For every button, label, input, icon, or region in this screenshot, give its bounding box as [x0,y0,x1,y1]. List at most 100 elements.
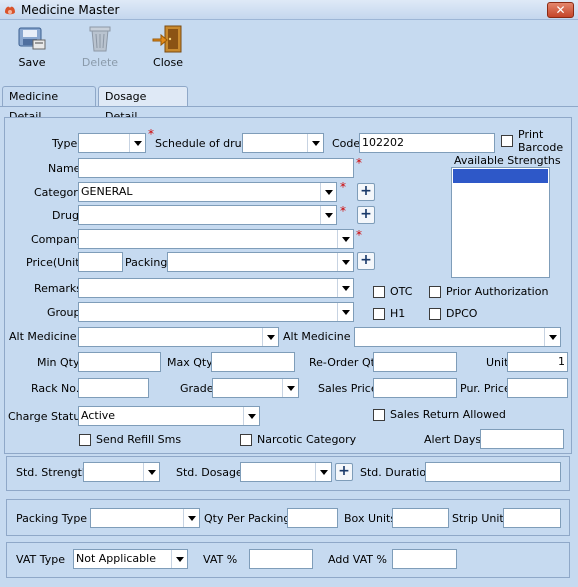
sales-return-allowed-checkbox[interactable] [373,409,385,421]
box-units-field[interactable] [392,508,449,528]
group-label: Group [47,306,81,319]
charge-status-select[interactable]: Active [78,406,260,426]
schedule-select[interactable] [242,133,324,153]
dpco-label: DPCO [446,307,478,320]
code-field[interactable]: 102202 [359,133,495,153]
add-category-button[interactable]: + [357,183,375,201]
tab-dosage-detail[interactable]: Dosage Detail [98,86,188,123]
chevron-down-icon [544,328,560,346]
prior-authorization-label: Prior Authorization [446,285,549,298]
std-dosage-select[interactable] [240,462,332,482]
chevron-down-icon [262,328,278,346]
close-button[interactable]: Close [146,22,190,72]
sales-price-field[interactable] [373,378,457,398]
strip-units-label: Strip Units [452,512,510,525]
print-barcode-label-2: Barcode [518,141,564,154]
tab-divider [0,106,578,107]
vat-percent-label: VAT % [203,553,238,566]
chevron-down-icon [320,183,336,201]
std-dosage-label: Std. Dosage [176,466,243,479]
rack-no-label: Rack No. [31,382,80,395]
save-icon [18,27,46,50]
list-selected-row[interactable] [453,169,548,183]
reorder-qty-label: Re-Order Qty [309,356,382,369]
drug-select[interactable] [78,205,337,225]
code-label: Code [332,137,361,150]
delete-button[interactable]: Delete [78,22,122,72]
narcotic-category-checkbox[interactable] [240,434,252,446]
std-duration-label: Std. Duration [360,466,434,479]
unit-label: Unit [486,356,509,369]
alt-medicine-2-select[interactable] [354,327,561,347]
grade-select[interactable] [212,378,299,398]
pur-price-field[interactable] [507,378,568,398]
packing-label: Packing [125,256,168,269]
save-label: Save [18,56,46,69]
unit-field[interactable]: 1 [507,352,568,372]
box-units-label: Box Units [344,512,397,525]
alt-medicine-2-label: Alt Medicine 2 [283,330,362,343]
std-duration-field[interactable] [425,462,561,482]
grade-label: Grade [180,382,214,395]
add-drug-button[interactable]: + [357,206,375,224]
vat-type-label: VAT Type [16,553,65,566]
delete-label: Delete [81,56,119,69]
chevron-down-icon [307,134,323,152]
required-marker: * [356,156,362,170]
chevron-down-icon [282,379,298,397]
group-select[interactable] [78,302,354,322]
tab-medicine-detail[interactable]: Medicine Detail [2,86,96,123]
alert-days-field[interactable] [480,429,564,449]
remarks-label: Remarks [34,282,82,295]
alt-medicine-1-select[interactable] [78,327,279,347]
rack-no-field[interactable] [78,378,149,398]
title-bar: Medicine Master ✕ [0,0,578,20]
company-select[interactable] [78,229,354,249]
qty-per-packing-field[interactable] [287,508,338,528]
print-barcode-checkbox[interactable] [501,135,513,147]
otc-label: OTC [390,285,413,298]
type-select[interactable] [78,133,146,153]
available-strengths-list[interactable] [451,167,550,278]
reorder-qty-field[interactable] [373,352,457,372]
available-strengths-label: Available Strengths [454,154,561,167]
packing-type-label: Packing Type [16,512,88,525]
dpco-checkbox[interactable] [429,308,441,320]
add-dosage-button[interactable]: + [335,463,353,481]
company-label: Company [31,233,84,246]
otc-checkbox[interactable] [373,286,385,298]
chevron-down-icon [337,279,353,297]
add-vat-percent-field[interactable] [392,549,457,569]
price-field[interactable] [78,252,123,272]
packing-type-select[interactable] [90,508,200,528]
app-icon [5,6,15,15]
prior-authorization-checkbox[interactable] [429,286,441,298]
std-strength-label: Std. Strength [16,466,89,479]
vat-percent-field[interactable] [249,549,313,569]
chevron-down-icon [183,509,199,527]
add-packing-button[interactable]: + [357,252,375,270]
remarks-select[interactable] [78,278,354,298]
schedule-label: Schedule of drug [155,137,249,150]
save-button[interactable]: Save [10,22,54,72]
sales-return-allowed-label: Sales Return Allowed [390,408,506,421]
window-title: Medicine Master [21,3,120,17]
print-barcode-label-1: Print [518,128,544,141]
exit-door-icon [152,25,182,53]
max-qty-field[interactable] [211,352,295,372]
alt-medicine-1-label: Alt Medicine 1 [9,330,88,343]
strip-units-field[interactable] [503,508,561,528]
vat-type-select[interactable]: Not Applicable [73,549,188,569]
h1-checkbox[interactable] [373,308,385,320]
min-qty-field[interactable] [78,352,161,372]
delete-icon [89,26,111,52]
name-field[interactable] [78,158,354,178]
toolbar: Save Delete Close [0,20,578,74]
max-qty-label: Max Qty. [167,356,215,369]
category-select[interactable]: GENERAL [78,182,337,202]
std-strength-select[interactable] [83,462,160,482]
sales-price-label: Sales Price [318,382,378,395]
send-refill-sms-checkbox[interactable] [79,434,91,446]
window-close-button[interactable]: ✕ [547,2,574,18]
packing-select[interactable] [167,252,354,272]
